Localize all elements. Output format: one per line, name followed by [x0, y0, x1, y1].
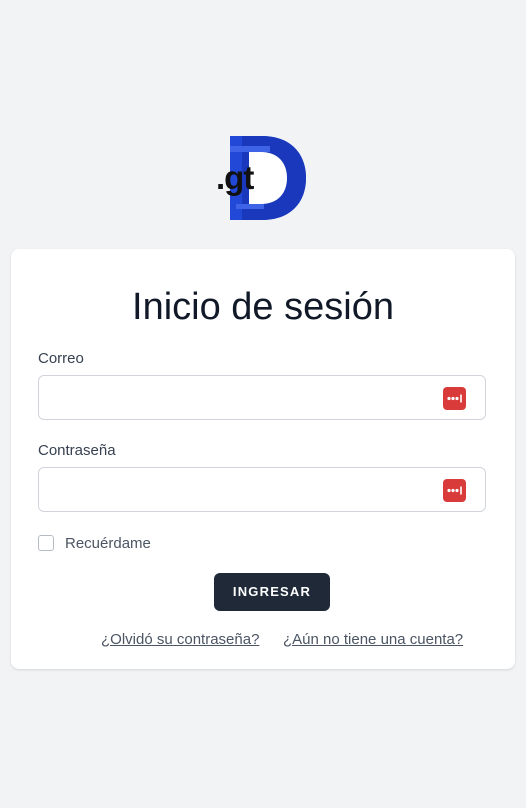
- remember-label: Recuérdame: [65, 534, 151, 552]
- email-label: Correo: [38, 350, 84, 367]
- password-label: Contraseña: [38, 442, 116, 459]
- login-button[interactable]: INGRESAR: [214, 573, 330, 611]
- register-link[interactable]: ¿Aún no tiene una cuenta?: [283, 631, 463, 649]
- remember-me: Recuérdame: [38, 534, 151, 552]
- logo-text: .gt: [216, 159, 254, 196]
- forgot-password-link[interactable]: ¿Olvidó su contraseña?: [101, 631, 259, 649]
- page-title: Inicio de sesión: [132, 286, 394, 328]
- site-logo: .gt: [216, 134, 310, 222]
- remember-checkbox[interactable]: [38, 535, 54, 551]
- password-field[interactable]: [38, 467, 486, 512]
- password-manager-icon[interactable]: [443, 479, 466, 502]
- password-manager-icon[interactable]: [443, 387, 466, 410]
- email-field[interactable]: [38, 375, 486, 420]
